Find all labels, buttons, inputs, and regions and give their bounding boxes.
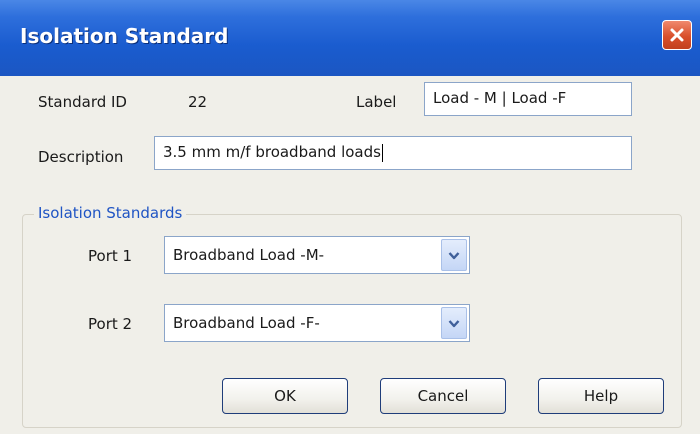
- standard-id-value: 22: [188, 93, 208, 111]
- close-button[interactable]: [662, 20, 692, 50]
- port-1-label: Port 1: [88, 247, 133, 265]
- text-caret: [381, 143, 383, 162]
- ok-button[interactable]: OK: [222, 378, 348, 414]
- port-2-dropdown-button[interactable]: [441, 307, 467, 339]
- cancel-button[interactable]: Cancel: [380, 378, 506, 414]
- port-1-select[interactable]: Broadband Load -M-: [164, 236, 470, 274]
- dialog-body: Standard ID 22 Label Load - M | Load -F …: [0, 76, 700, 434]
- port-1-selected-value: Broadband Load -M-: [173, 246, 325, 264]
- description-input-value: 3.5 mm m/f broadband loads: [163, 143, 381, 161]
- isolation-standard-dialog: Isolation Standard Standard ID 22 Label …: [0, 0, 700, 434]
- help-button[interactable]: Help: [538, 378, 664, 414]
- close-icon: [670, 28, 684, 42]
- chevron-down-icon: [448, 320, 460, 328]
- window-title: Isolation Standard: [20, 24, 229, 48]
- title-bar[interactable]: Isolation Standard: [0, 0, 700, 77]
- label-field-label: Label: [356, 93, 397, 111]
- port-2-label: Port 2: [88, 315, 133, 333]
- port-2-select[interactable]: Broadband Load -F-: [164, 304, 470, 342]
- label-input[interactable]: Load - M | Load -F: [424, 82, 632, 116]
- isolation-standards-group-title: Isolation Standards: [34, 204, 187, 222]
- description-input[interactable]: 3.5 mm m/f broadband loads: [154, 136, 632, 170]
- port-2-selected-value: Broadband Load -F-: [173, 314, 320, 332]
- label-input-value: Load - M | Load -F: [433, 89, 567, 107]
- description-label: Description: [38, 148, 124, 166]
- standard-id-label: Standard ID: [38, 93, 127, 111]
- chevron-down-icon: [448, 252, 460, 260]
- port-1-dropdown-button[interactable]: [441, 239, 467, 271]
